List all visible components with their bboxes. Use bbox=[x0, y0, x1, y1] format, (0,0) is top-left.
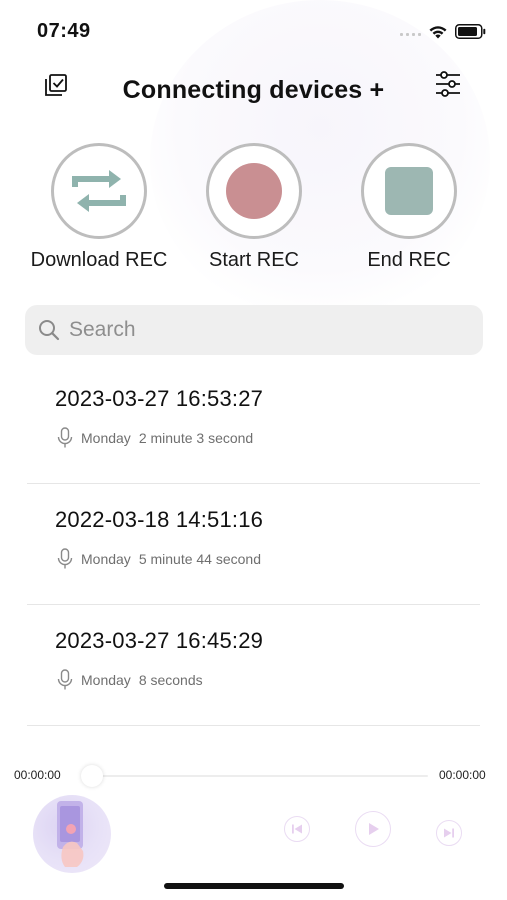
recording-title: 2022-03-18 14:51:16 bbox=[55, 507, 264, 532]
recording-title: 2023-03-27 16:53:27 bbox=[55, 386, 264, 411]
elapsed-time: 00:00:00 bbox=[14, 768, 61, 782]
battery-icon bbox=[455, 24, 486, 39]
page-title[interactable]: Connecting devices + bbox=[0, 76, 507, 105]
previous-button[interactable] bbox=[284, 816, 310, 842]
start-rec-label: Start REC bbox=[208, 249, 300, 271]
recording-list-item[interactable]: 2022-03-18 14:51:16 Monday 5 minute 44 s… bbox=[27, 484, 480, 605]
end-rec-button[interactable]: End REC bbox=[339, 143, 479, 272]
recording-meta: Monday 5 minute 44 second bbox=[57, 548, 261, 570]
play-icon bbox=[369, 823, 379, 835]
skip-previous-icon bbox=[292, 824, 302, 834]
skip-next-icon bbox=[444, 828, 454, 838]
search-input[interactable] bbox=[69, 318, 449, 342]
recording-meta: Monday 8 seconds bbox=[57, 669, 203, 691]
recording-duration: 5 minute 44 second bbox=[138, 551, 262, 567]
play-button[interactable] bbox=[355, 811, 391, 847]
download-rec-ring[interactable] bbox=[51, 143, 147, 239]
stop-square-icon bbox=[385, 167, 433, 215]
recording-duration: 8 seconds bbox=[138, 672, 203, 688]
end-rec-ring[interactable] bbox=[361, 143, 457, 239]
microphone-icon bbox=[57, 427, 73, 448]
wifi-icon bbox=[429, 26, 447, 39]
microphone-icon bbox=[57, 669, 73, 690]
progress-knob[interactable] bbox=[81, 765, 103, 787]
filter-sliders-icon[interactable] bbox=[434, 70, 462, 98]
recording-list-item[interactable]: 2023-03-27 16:53:27 Monday 2 minute 3 se… bbox=[27, 363, 480, 484]
end-rec-label: End REC bbox=[367, 249, 451, 271]
start-rec-button[interactable]: Start REC bbox=[184, 143, 324, 272]
recording-day: Monday bbox=[81, 430, 131, 446]
recording-duration: 2 minute 3 second bbox=[138, 430, 254, 446]
status-bar: 07:49 bbox=[0, 0, 507, 60]
total-time: 00:00:00 bbox=[439, 768, 486, 782]
record-dot-icon bbox=[226, 163, 282, 219]
microphone-icon bbox=[57, 548, 73, 569]
search-bar[interactable] bbox=[25, 305, 483, 355]
download-rec-button[interactable]: Download REC bbox=[29, 143, 169, 272]
search-icon bbox=[39, 320, 60, 341]
recording-meta: Monday 2 minute 3 second bbox=[57, 427, 253, 449]
phone-hand-icon bbox=[57, 801, 84, 867]
home-indicator bbox=[164, 883, 344, 889]
recording-title: 2023-03-27 16:45:29 bbox=[55, 628, 264, 653]
start-rec-ring[interactable] bbox=[206, 143, 302, 239]
recording-list-item[interactable]: 2023-03-27 16:45:29 Monday 8 seconds bbox=[27, 605, 480, 726]
next-button[interactable] bbox=[436, 820, 462, 846]
status-time: 07:49 bbox=[37, 20, 91, 42]
sync-arrows-icon bbox=[72, 170, 126, 212]
progress-track[interactable] bbox=[90, 775, 428, 777]
download-rec-label: Download REC bbox=[30, 249, 168, 271]
device-artwork[interactable] bbox=[33, 795, 111, 873]
signal-icon bbox=[400, 33, 421, 36]
recording-day: Monday bbox=[81, 551, 131, 567]
recording-day: Monday bbox=[81, 672, 131, 688]
